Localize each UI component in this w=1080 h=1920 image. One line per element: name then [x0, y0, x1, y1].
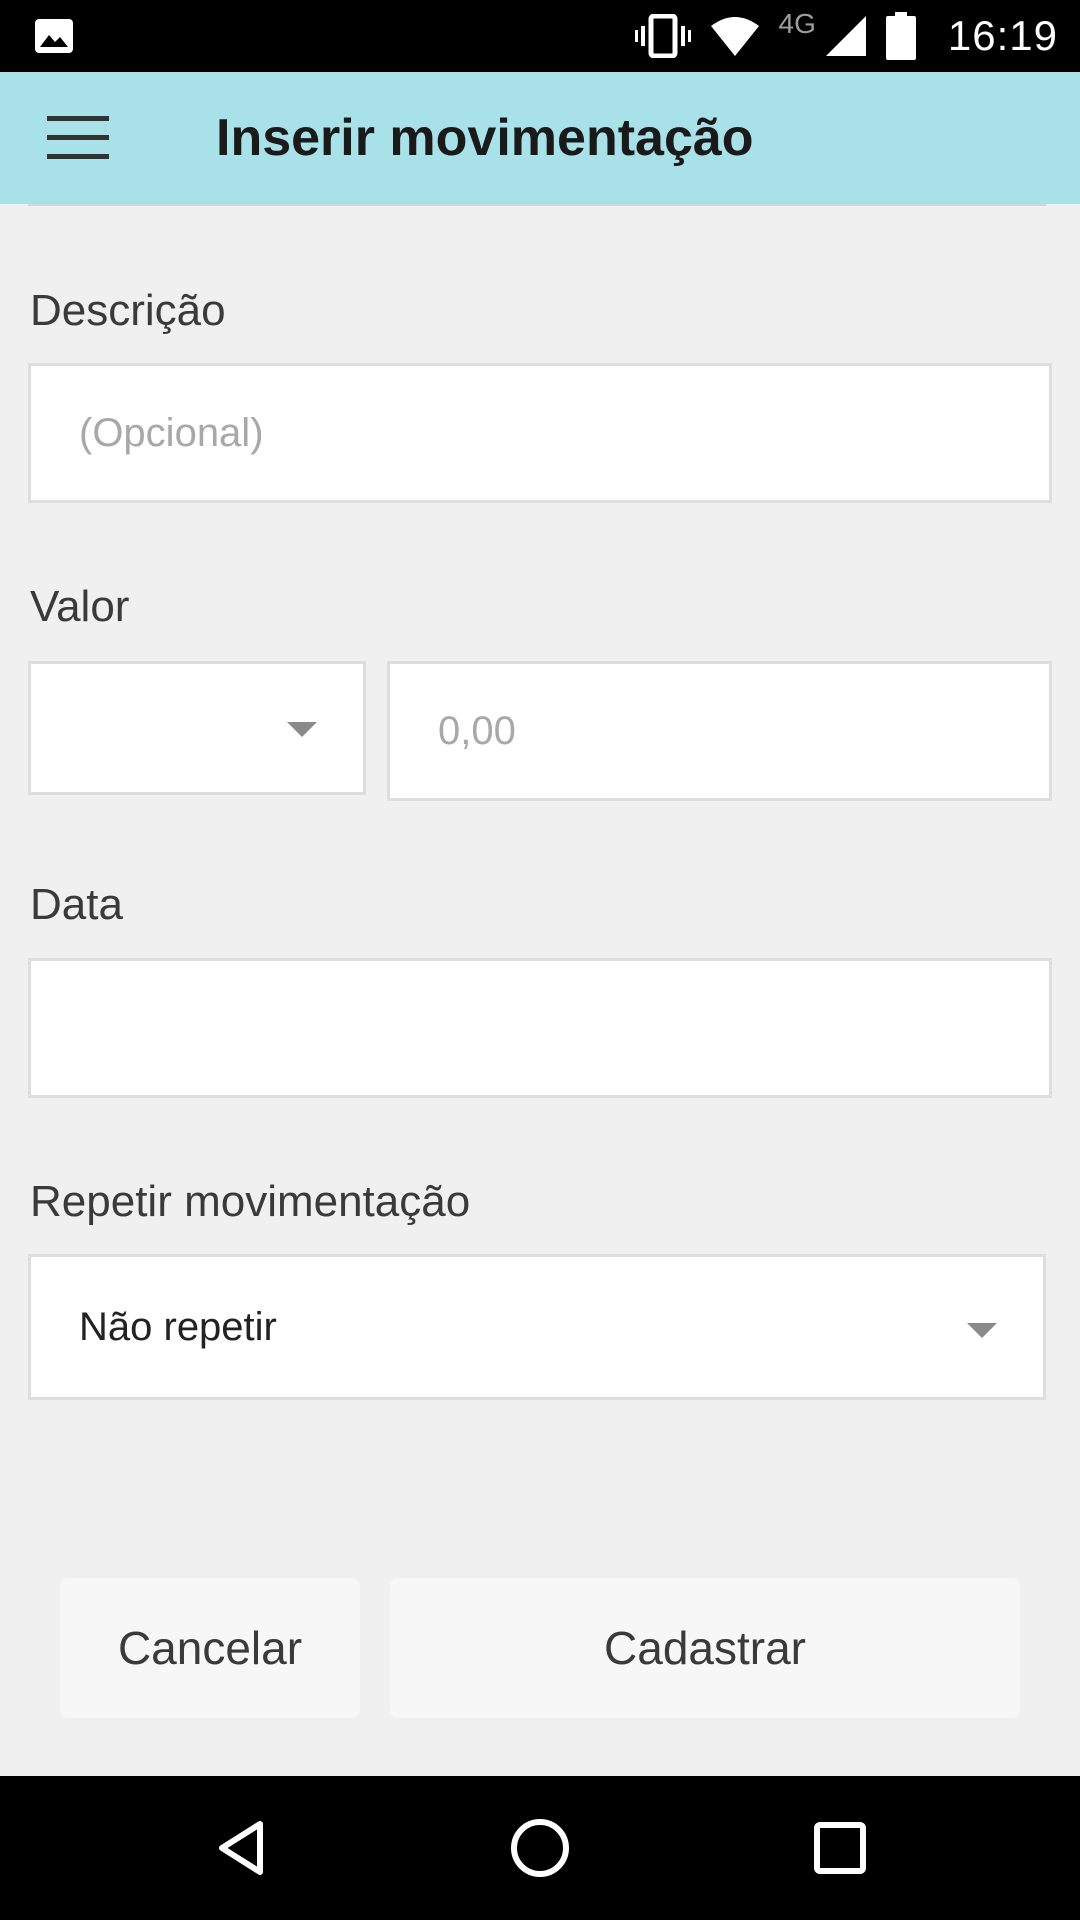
- data-input[interactable]: [28, 958, 1052, 1098]
- menu-button[interactable]: [30, 102, 126, 174]
- network-type-label: 4G: [778, 8, 816, 39]
- repetir-select-value: Não repetir: [79, 1304, 277, 1349]
- descricao-label: Descrição: [30, 286, 226, 335]
- status-icons: 4G 16:19: [634, 0, 1058, 72]
- back-icon: [219, 1821, 263, 1875]
- wifi-icon: [710, 17, 759, 56]
- data-label: Data: [30, 880, 123, 929]
- cellular-signal-icon: [825, 16, 866, 56]
- image-notification-icon: [35, 19, 73, 53]
- divider: [28, 204, 1046, 206]
- recents-icon: [814, 1822, 866, 1874]
- currency-select[interactable]: [28, 661, 366, 795]
- repetir-label: Repetir movimentação: [30, 1177, 471, 1226]
- status-bar: 4G 16:19: [0, 0, 1080, 72]
- battery-icon: [885, 12, 916, 60]
- vibrate-icon: [634, 14, 691, 58]
- valor-input[interactable]: [387, 661, 1052, 801]
- chevron-down-icon: [967, 1323, 997, 1338]
- hamburger-menu-icon: [47, 116, 109, 159]
- back-button[interactable]: [200, 1806, 284, 1890]
- valor-label: Valor: [30, 582, 130, 631]
- chevron-down-icon: [287, 722, 317, 737]
- recents-button[interactable]: [798, 1806, 882, 1890]
- descricao-input[interactable]: [28, 363, 1052, 503]
- submit-button[interactable]: Cadastrar: [390, 1578, 1020, 1718]
- home-button[interactable]: [498, 1806, 582, 1890]
- navigation-bar: [0, 1776, 1080, 1920]
- home-icon: [511, 1819, 569, 1877]
- page-title: Inserir movimentação: [216, 109, 754, 167]
- app-bar: Inserir movimentação: [0, 72, 1080, 204]
- cancel-button[interactable]: Cancelar: [60, 1578, 360, 1718]
- repetir-select[interactable]: Não repetir: [28, 1254, 1046, 1400]
- status-time: 16:19: [947, 12, 1058, 59]
- screen: 4G 16:19 Inserir movimentação Descrição …: [0, 0, 1080, 1920]
